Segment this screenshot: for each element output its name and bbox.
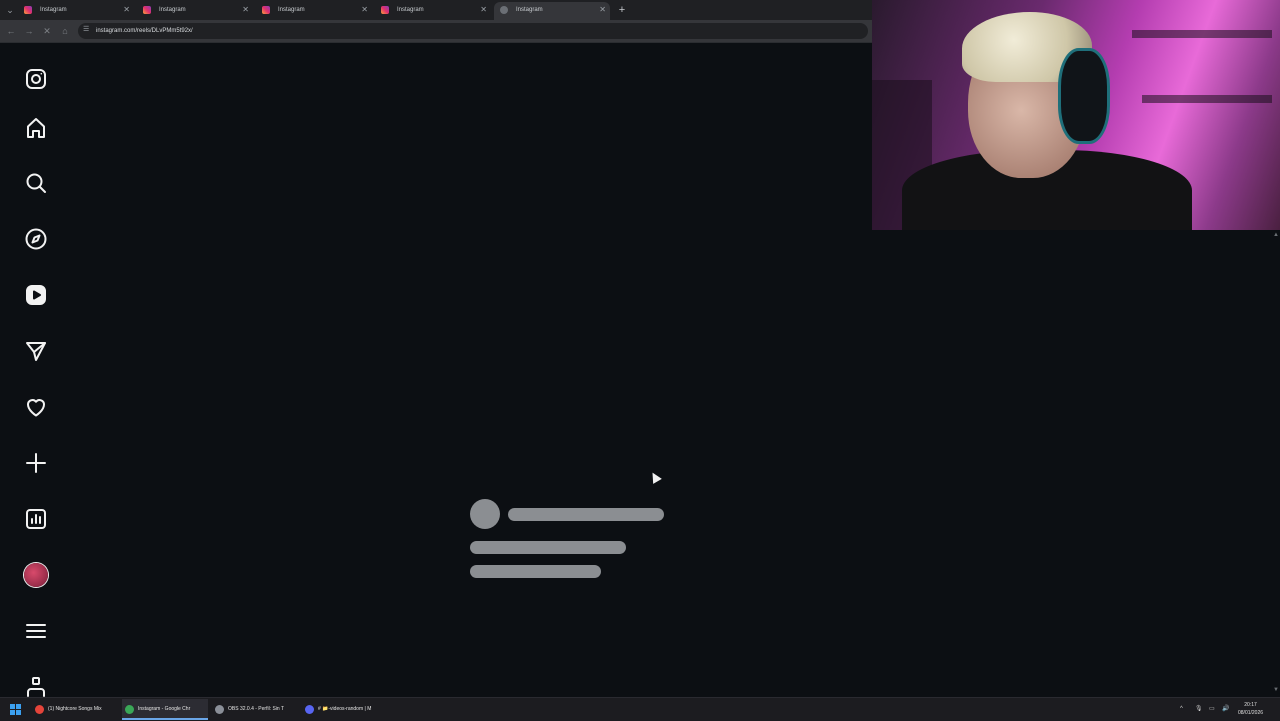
webcam-overlay-image xyxy=(872,0,1280,230)
clock-time: 20:17 xyxy=(1244,702,1257,708)
instagram-favicon-icon xyxy=(262,6,270,14)
browser-tab-active[interactable]: Instagram ✕ xyxy=(494,2,610,20)
network-icon[interactable]: ▭ xyxy=(1209,698,1215,721)
tab-close-icon[interactable]: ✕ xyxy=(361,2,368,18)
skeleton-line-placeholder xyxy=(470,565,601,578)
taskbar-app-chrome[interactable]: Instagram - Google Chr xyxy=(122,699,208,720)
taskbar-app-youtube[interactable]: (1) Nightcore Songs Mix xyxy=(32,699,118,720)
shelf-shape xyxy=(1142,95,1272,103)
volume-icon[interactable]: 🔊 xyxy=(1222,698,1229,721)
tab-title: Instagram xyxy=(397,7,424,13)
notifications-heart-icon[interactable] xyxy=(22,393,50,421)
scroll-down-arrow-icon[interactable]: ▼ xyxy=(1273,687,1279,693)
tab-close-icon[interactable]: ✕ xyxy=(123,2,130,18)
reels-icon[interactable] xyxy=(22,281,50,309)
headset-icon xyxy=(1058,48,1110,144)
dashboard-chart-icon[interactable] xyxy=(22,505,50,533)
mouse-cursor-icon xyxy=(648,470,662,484)
browser-tab[interactable]: Instagram ✕ xyxy=(137,2,253,20)
back-icon[interactable]: ← xyxy=(4,24,18,38)
taskbar-app-discord[interactable]: # 📁-videos-random | M xyxy=(302,699,388,720)
taskbar-clock[interactable]: 20:17 08/01/2026 xyxy=(1238,701,1263,717)
taskbar-app-label: (1) Nightcore Songs Mix xyxy=(48,706,102,712)
messages-send-icon[interactable] xyxy=(22,337,50,365)
profile-avatar[interactable] xyxy=(22,561,50,589)
instagram-sidebar xyxy=(0,44,72,697)
skeleton-line-placeholder xyxy=(470,541,626,554)
avatar xyxy=(24,563,48,587)
url-text: instagram.com/reels/DLvPMm5t92x/ xyxy=(96,28,193,34)
shelf-shape xyxy=(1132,30,1272,38)
chrome-icon xyxy=(125,705,134,714)
browser-tab[interactable]: Instagram ✕ xyxy=(256,2,372,20)
tray-show-hidden-icon[interactable]: ^ xyxy=(1180,698,1183,721)
new-tab-button[interactable]: + xyxy=(616,2,628,18)
tab-close-icon[interactable]: ✕ xyxy=(599,2,606,18)
chrome-icon xyxy=(35,705,44,714)
tab-close-icon[interactable]: ✕ xyxy=(242,2,249,18)
tab-title: Instagram xyxy=(40,7,67,13)
home-button-icon[interactable]: ⌂ xyxy=(58,24,72,38)
instagram-favicon-icon xyxy=(381,6,389,14)
microphone-icon[interactable]: 🎙 xyxy=(1195,698,1203,721)
home-icon[interactable] xyxy=(22,114,50,142)
stop-loading-icon[interactable]: ✕ xyxy=(40,24,54,38)
browser-tab-strip: ⌄ Instagram ✕ Instagram ✕ Instagram ✕ In… xyxy=(0,0,872,20)
instagram-favicon-icon xyxy=(143,6,151,14)
tab-title: Instagram xyxy=(516,7,543,13)
tab-search-icon[interactable]: ⌄ xyxy=(4,4,16,16)
taskbar-app-obs[interactable]: OBS 32.0.4 - Perfil: Sin T xyxy=(212,699,298,720)
instagram-favicon-icon xyxy=(24,6,32,14)
clock-date: 08/01/2026 xyxy=(1238,710,1264,716)
skeleton-avatar-placeholder xyxy=(470,499,500,529)
browser-tab[interactable]: Instagram ✕ xyxy=(18,2,134,20)
obs-icon xyxy=(215,705,224,714)
more-menu-icon[interactable] xyxy=(22,617,50,645)
explore-compass-icon[interactable] xyxy=(22,225,50,253)
forward-icon[interactable]: → xyxy=(22,24,36,38)
loading-favicon-icon xyxy=(500,6,508,14)
browser-toolbar: ← → ✕ ⌂ ☰ instagram.com/reels/DLvPMm5t92… xyxy=(0,20,872,42)
search-icon[interactable] xyxy=(22,169,50,197)
browser-tab[interactable]: Instagram ✕ xyxy=(375,2,491,20)
windows-start-icon[interactable] xyxy=(10,704,21,715)
instagram-logo-icon[interactable] xyxy=(22,65,50,93)
taskbar-app-label: OBS 32.0.4 - Perfil: Sin T xyxy=(228,706,285,712)
toolbar-divider xyxy=(0,42,872,43)
os-taskbar: (1) Nightcore Songs Mix Instagram - Goog… xyxy=(0,697,1280,721)
tab-close-icon[interactable]: ✕ xyxy=(480,2,487,18)
scroll-up-arrow-icon[interactable]: ▲ xyxy=(1273,232,1279,238)
discord-icon xyxy=(305,705,314,714)
site-info-icon[interactable]: ☰ xyxy=(83,26,91,34)
create-plus-icon[interactable] xyxy=(22,449,50,477)
skeleton-line-placeholder xyxy=(508,508,664,521)
tab-title: Instagram xyxy=(278,7,305,13)
page-scrollbar[interactable] xyxy=(1272,232,1280,694)
taskbar-app-label: Instagram - Google Chr xyxy=(138,706,191,712)
taskbar-app-label: # 📁-videos-random | M xyxy=(318,706,372,712)
address-bar[interactable]: ☰ instagram.com/reels/DLvPMm5t92x/ xyxy=(78,23,868,39)
tab-title: Instagram xyxy=(159,7,186,13)
